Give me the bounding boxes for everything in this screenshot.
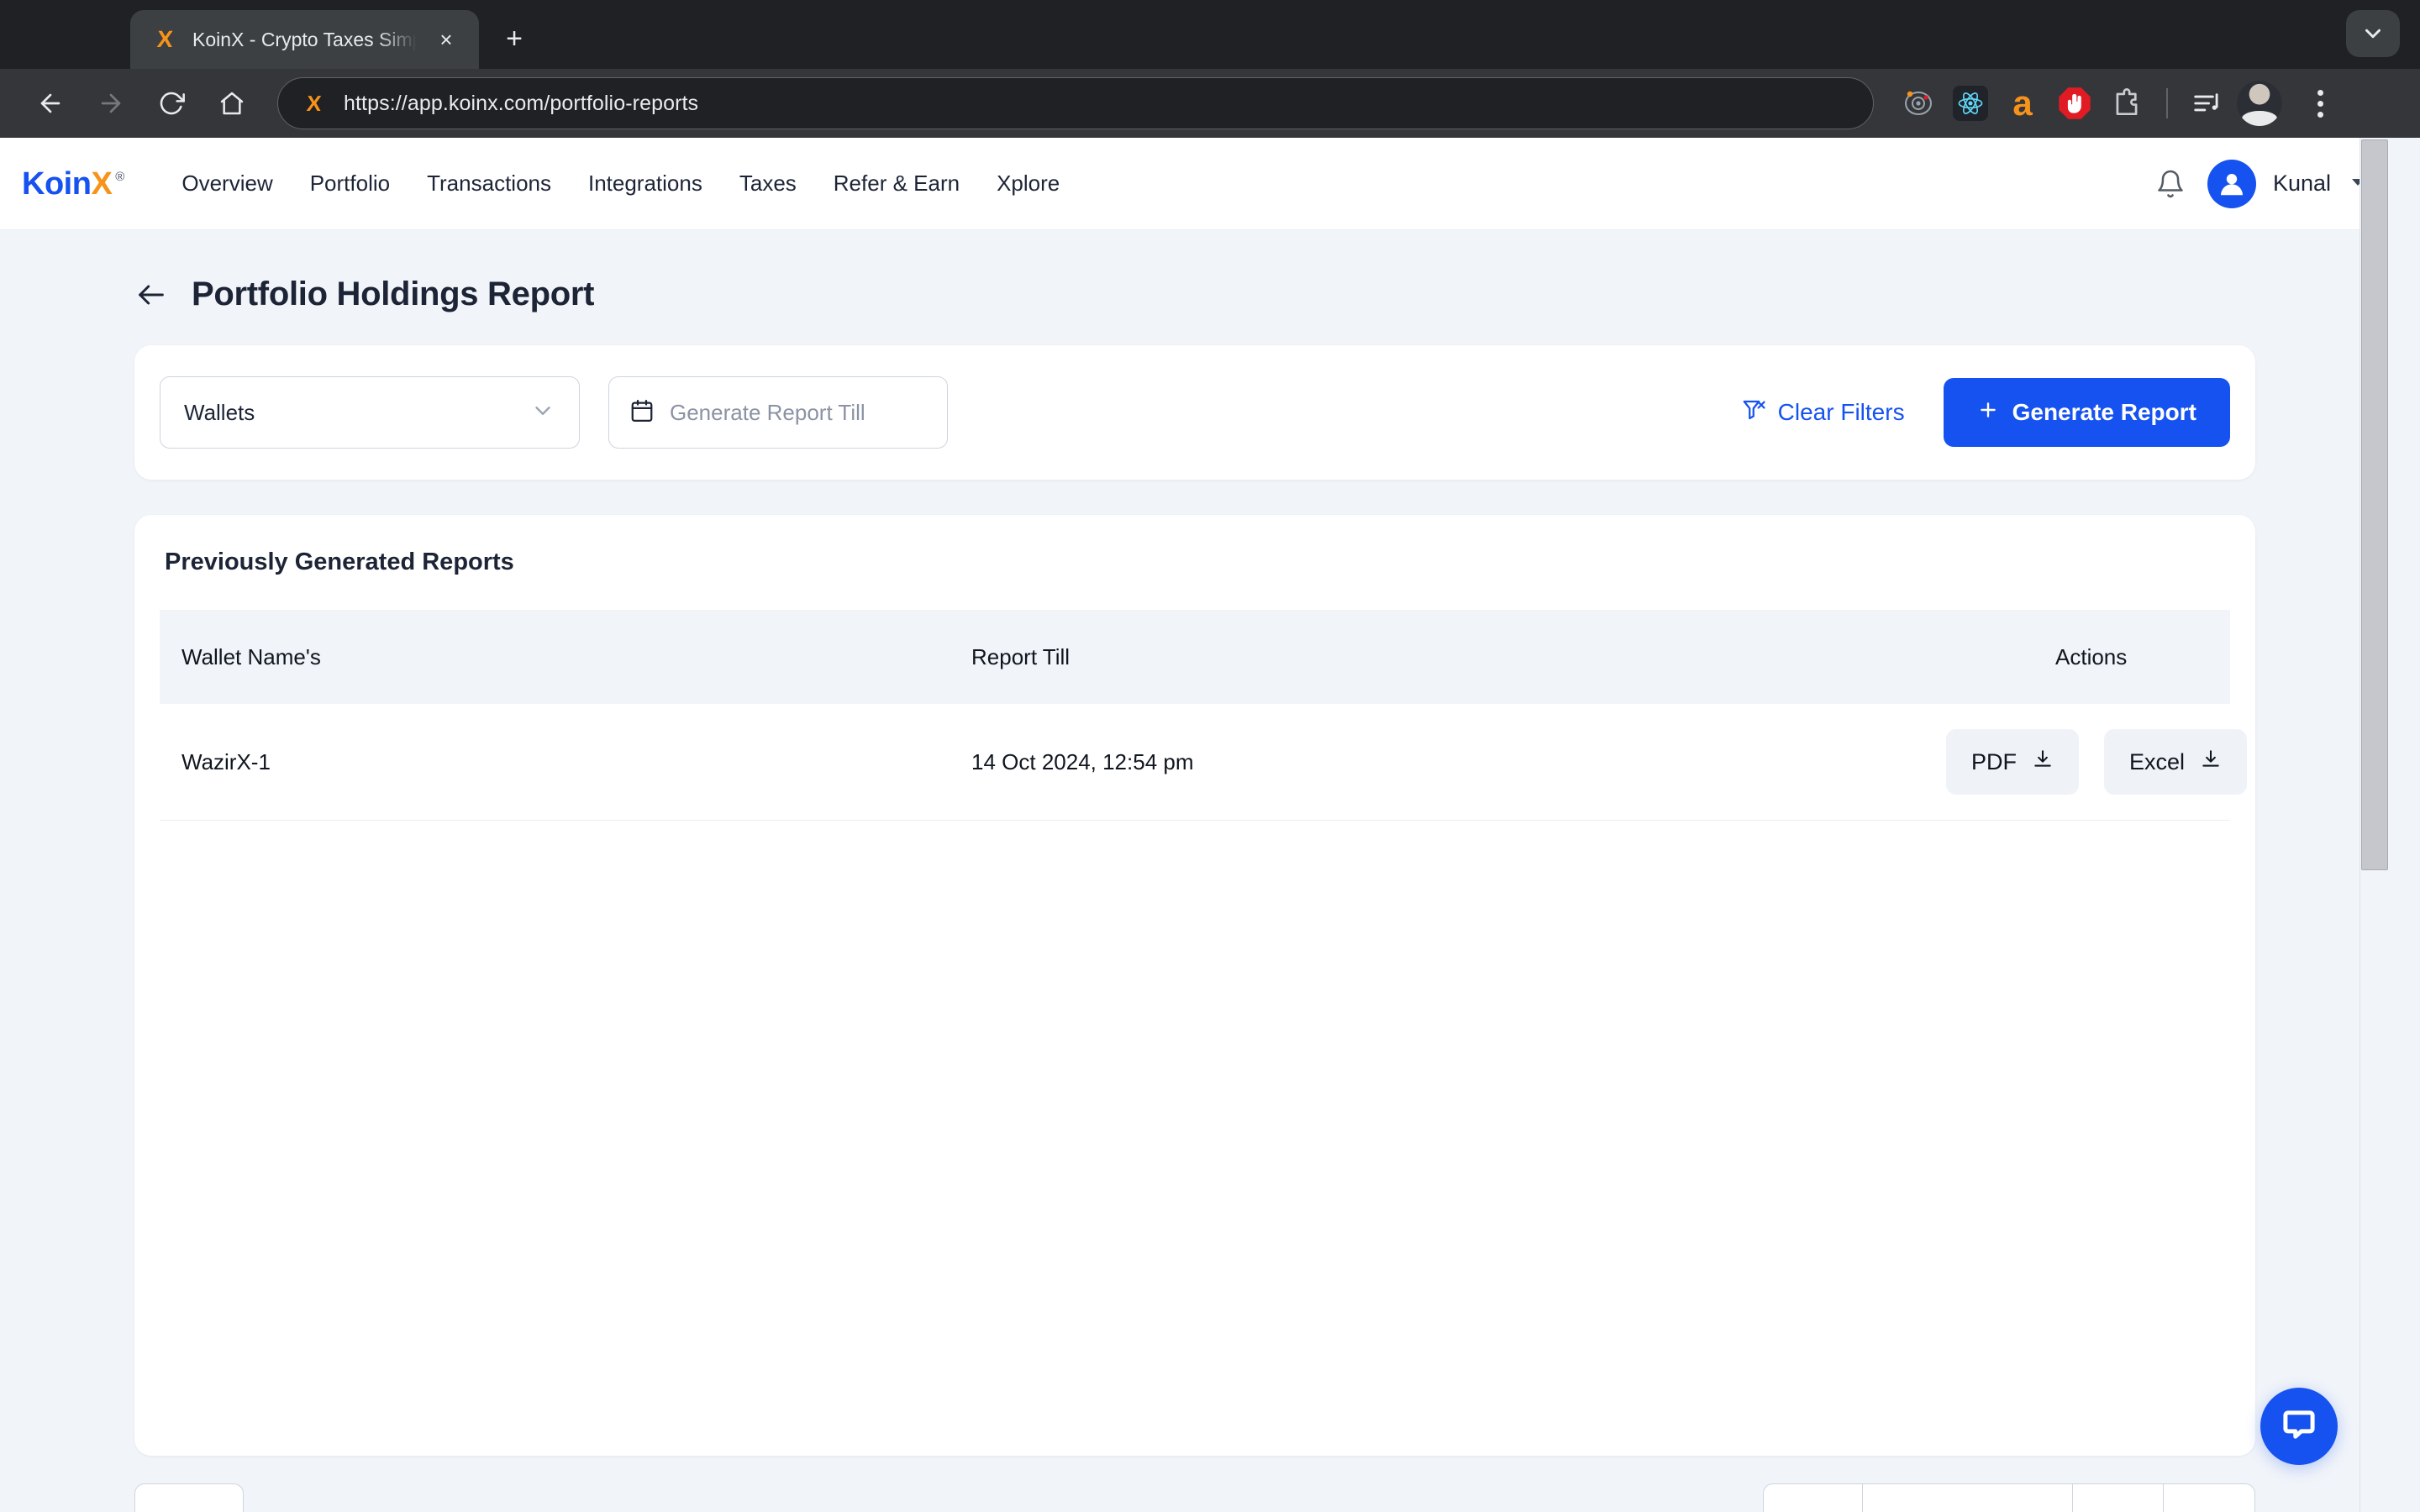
- tab-title: KoinX - Crypto Taxes Simplifi: [192, 28, 417, 50]
- avatar: [2207, 159, 2256, 208]
- row-action-buttons: PDF Excel: [1946, 729, 2248, 795]
- pagination-page-indicator: [1863, 1484, 2073, 1512]
- chat-launcher-button[interactable]: [2260, 1388, 2338, 1465]
- app-header: KoinX ® Overview Portfolio Transactions …: [0, 138, 2390, 230]
- cell-wallet-name: WazirX-1: [160, 704, 950, 821]
- cell-actions: PDF Excel: [1924, 704, 2248, 821]
- puzzle-extensions-icon[interactable]: [2101, 77, 2153, 129]
- column-header-actions-label: Actions: [2055, 643, 2128, 669]
- media-playlist-icon[interactable]: [2181, 77, 2233, 129]
- tab-strip: X KoinX - Crypto Taxes Simplifi × +: [0, 0, 2420, 69]
- toolbar-divider: [2166, 88, 2168, 118]
- generate-report-button[interactable]: Generate Report: [1943, 378, 2230, 447]
- address-bar-url[interactable]: https://app.koinx.com/portfolio-reports: [344, 92, 698, 116]
- page-content: KoinX ® Overview Portfolio Transactions …: [0, 138, 2390, 1512]
- user-menu[interactable]: Kunal: [2207, 159, 2368, 208]
- report-till-date-input[interactable]: Generate Report Till: [608, 376, 948, 449]
- page-scrollbar-track[interactable]: [2360, 138, 2390, 1512]
- chevron-down-icon: [530, 398, 555, 428]
- adblock-icon[interactable]: [2049, 77, 2101, 129]
- reports-section-title: Previously Generated Reports: [165, 549, 514, 575]
- nav-portfolio[interactable]: Portfolio: [292, 171, 408, 197]
- registered-trademark-icon: ®: [115, 169, 125, 184]
- address-bar[interactable]: X https://app.koinx.com/portfolio-report…: [277, 77, 1874, 129]
- pagination-next-button[interactable]: [2164, 1484, 2254, 1512]
- alexa-rank-icon[interactable]: a: [1996, 77, 2049, 129]
- new-tab-button[interactable]: +: [491, 15, 538, 62]
- bell-icon[interactable]: [2155, 169, 2186, 199]
- column-header-wallet-name: Wallet Name's: [182, 643, 321, 669]
- plus-icon: [1977, 399, 1999, 427]
- koinx-logo[interactable]: KoinX ®: [22, 168, 124, 200]
- react-devtools-icon[interactable]: [1944, 77, 1996, 129]
- clear-filters-label: Clear Filters: [1777, 399, 1905, 425]
- nav-transactions[interactable]: Transactions: [408, 171, 570, 197]
- header-right-actions: Kunal: [2155, 159, 2368, 208]
- browser-tab[interactable]: X KoinX - Crypto Taxes Simplifi ×: [130, 10, 479, 69]
- table-header: Wallet Name's Report Till Actions: [160, 610, 2230, 704]
- forward-arrow-icon[interactable]: [81, 73, 141, 134]
- nav-taxes[interactable]: Taxes: [721, 171, 815, 197]
- koinx-logo-text: KoinX: [22, 165, 113, 202]
- koinx-site-icon: X: [306, 91, 323, 116]
- page-title-row: Portfolio Holdings Report: [134, 230, 2255, 345]
- column-header-actions: Actions: [1924, 610, 2230, 704]
- page-scrollbar-thumb[interactable]: [2361, 139, 2388, 870]
- back-arrow-icon[interactable]: [134, 278, 168, 312]
- home-icon[interactable]: [202, 73, 262, 134]
- download-icon: [2200, 748, 2222, 776]
- pagination-prev-button[interactable]: [2073, 1484, 2164, 1512]
- browser-extensions: a: [1892, 77, 2346, 129]
- clear-filters-button[interactable]: Clear Filters: [1741, 397, 1905, 428]
- page-title: Portfolio Holdings Report: [192, 276, 595, 312]
- close-tab-icon[interactable]: ×: [432, 25, 460, 54]
- pagination-controls: [1763, 1483, 2255, 1512]
- chat-bubble-icon: [2280, 1405, 2318, 1448]
- pagination-first-button[interactable]: [1764, 1484, 1863, 1512]
- orbit-extension-icon[interactable]: [1892, 77, 1944, 129]
- filter-off-icon: [1741, 397, 1766, 428]
- chevron-down-icon[interactable]: [2346, 10, 2400, 57]
- pagination-row: [134, 1483, 2255, 1512]
- nav-refer-earn[interactable]: Refer & Earn: [815, 171, 978, 197]
- table-body: WazirX-1 14 Oct 2024, 12:54 pm PDF Excel: [160, 704, 2248, 821]
- download-excel-button[interactable]: Excel: [2104, 729, 2248, 795]
- wallets-dropdown[interactable]: Wallets: [160, 376, 580, 449]
- generate-report-label: Generate Report: [2012, 399, 2196, 425]
- page-viewport: KoinX ® Overview Portfolio Transactions …: [0, 138, 2420, 1512]
- nav-integrations[interactable]: Integrations: [570, 171, 721, 197]
- filter-actions: Clear Filters Generate Report: [1741, 378, 2230, 447]
- nav-xplore[interactable]: Xplore: [978, 171, 1078, 197]
- main-navigation: Overview Portfolio Transactions Integrat…: [163, 171, 1078, 197]
- reload-icon[interactable]: [141, 73, 202, 134]
- download-excel-label: Excel: [2129, 748, 2186, 774]
- nav-overview[interactable]: Overview: [163, 171, 291, 197]
- koinx-favicon-icon: X: [155, 26, 174, 52]
- profile-avatar[interactable]: [2233, 77, 2286, 129]
- three-dot-menu-icon[interactable]: [2294, 77, 2346, 129]
- calendar-icon: [629, 398, 655, 428]
- filter-card: Wallets Generate Report Till Clear Filte…: [134, 345, 2255, 480]
- browser-toolbar: X https://app.koinx.com/portfolio-report…: [0, 69, 2420, 138]
- table-row: WazirX-1 14 Oct 2024, 12:54 pm PDF Excel: [160, 704, 2248, 821]
- rows-per-page-select[interactable]: [134, 1483, 244, 1512]
- cell-report-till: 14 Oct 2024, 12:54 pm: [950, 704, 1924, 821]
- download-icon: [2032, 748, 2054, 776]
- reports-table: Wallet Name's Report Till Actions WazirX…: [160, 610, 2248, 821]
- report-till-placeholder: Generate Report Till: [670, 399, 865, 425]
- column-header-report-till: Report Till: [971, 643, 1071, 669]
- logo-koin: Koin: [22, 165, 92, 202]
- user-name: Kunal: [2272, 171, 2331, 196]
- back-arrow-icon[interactable]: [20, 73, 81, 134]
- download-pdf-button[interactable]: PDF: [1946, 729, 2079, 795]
- previously-generated-reports-card: Previously Generated Reports Wallet Name…: [134, 515, 2255, 1456]
- table-header-row: Wallet Name's Report Till Actions: [160, 610, 2230, 704]
- page-body: Portfolio Holdings Report Wallets Genera…: [0, 230, 2390, 1456]
- download-pdf-label: PDF: [1971, 748, 2017, 774]
- logo-x: X: [91, 165, 113, 202]
- browser-chrome: X KoinX - Crypto Taxes Simplifi × + X ht…: [0, 0, 2420, 138]
- wallets-dropdown-label: Wallets: [184, 399, 255, 425]
